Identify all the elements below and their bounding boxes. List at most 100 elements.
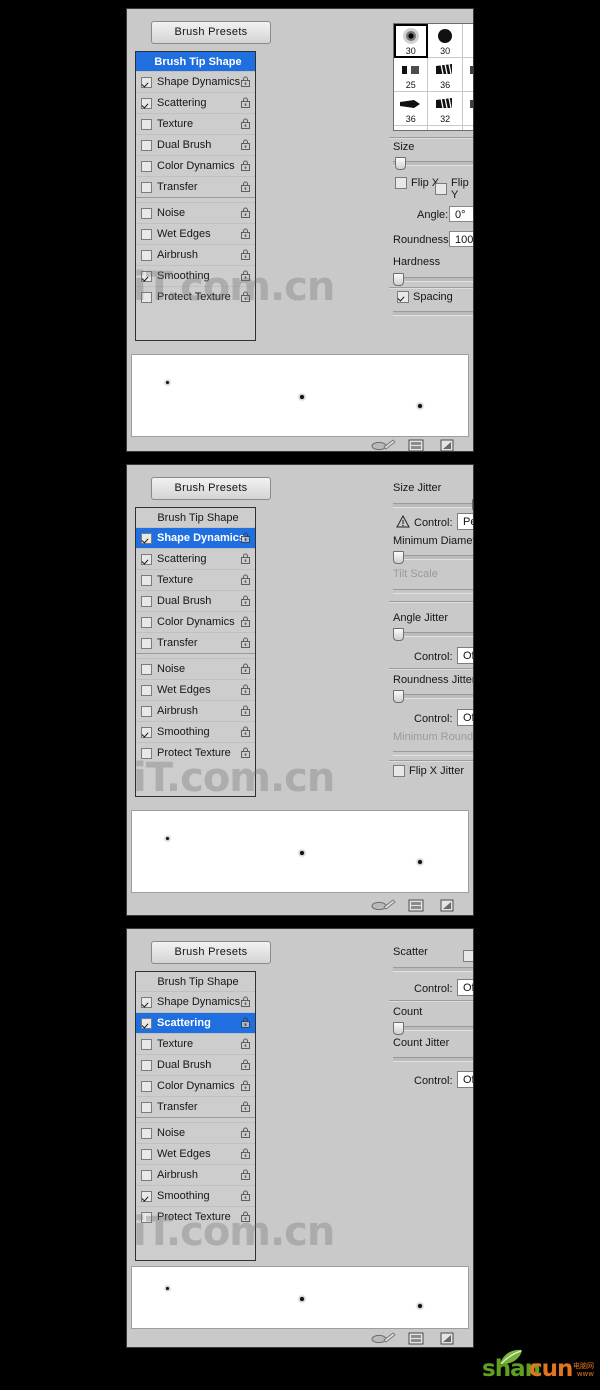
option-smoothing[interactable]: Smoothing	[136, 721, 255, 742]
lock-icon[interactable]	[240, 705, 251, 716]
checkbox-box[interactable]	[141, 1017, 152, 1029]
brush-preset-cell[interactable]: 30	[462, 24, 473, 58]
lock-icon[interactable]	[240, 160, 251, 171]
lock-icon[interactable]	[240, 747, 251, 758]
checkbox-box[interactable]	[141, 1080, 152, 1092]
option-color-dynamics[interactable]: Color Dynamics	[136, 1075, 255, 1096]
checkbox-box[interactable]	[397, 291, 409, 303]
lock-icon[interactable]	[240, 637, 251, 648]
checkbox-box[interactable]	[141, 249, 152, 261]
flip-x-checkbox[interactable]: Flip X	[395, 177, 439, 189]
option-shape-dynamics[interactable]: Shape Dynamics	[136, 527, 255, 548]
brush-presets-button[interactable]: Brush Presets	[151, 941, 271, 964]
option-wet-edges[interactable]: Wet Edges	[136, 679, 255, 700]
brush-preset-cell[interactable]: 30	[428, 24, 463, 58]
delete-brush-icon[interactable]	[438, 1332, 456, 1345]
lock-icon[interactable]	[240, 663, 251, 674]
brush-preset-cell[interactable]: 36	[428, 58, 463, 92]
checkbox-box[interactable]	[395, 177, 407, 189]
flip-y-checkbox[interactable]: Flip Y	[435, 177, 473, 201]
hardness-slider[interactable]	[393, 273, 473, 286]
checkbox-box[interactable]	[141, 270, 152, 282]
checkbox-box[interactable]	[141, 1169, 152, 1181]
create-new-brush-icon[interactable]	[370, 439, 396, 451]
checkbox-box[interactable]	[141, 228, 152, 240]
scatter-control-select[interactable]: Off	[457, 979, 473, 996]
lock-icon[interactable]	[240, 532, 251, 543]
option-color-dynamics[interactable]: Color Dynamics	[136, 611, 255, 632]
checkbox-box[interactable]	[141, 1038, 152, 1050]
lock-icon[interactable]	[240, 996, 251, 1007]
toggle-preview-icon[interactable]	[407, 1332, 425, 1345]
lock-icon[interactable]	[240, 1127, 251, 1138]
lock-icon[interactable]	[240, 1080, 251, 1091]
brush-preset-cell[interactable]	[463, 126, 473, 130]
lock-icon[interactable]	[240, 553, 251, 564]
checkbox-box[interactable]	[141, 553, 152, 565]
brush-preset-cell[interactable]: 30	[394, 24, 429, 58]
option-texture[interactable]: Texture	[136, 113, 255, 134]
spacing-slider[interactable]	[393, 307, 473, 317]
option-smoothing[interactable]: Smoothing	[136, 265, 255, 286]
option-wet-edges[interactable]: Wet Edges	[136, 1143, 255, 1164]
scatter-slider[interactable]	[393, 963, 473, 973]
checkbox-box[interactable]	[435, 183, 447, 195]
toggle-preview-icon[interactable]	[407, 899, 425, 912]
lock-icon[interactable]	[240, 97, 251, 108]
lock-icon[interactable]	[240, 249, 251, 260]
lock-icon[interactable]	[240, 181, 251, 192]
lock-icon[interactable]	[240, 1211, 251, 1222]
option-brush-tip-shape[interactable]: Brush Tip Shape	[136, 508, 255, 527]
checkbox-box[interactable]	[141, 532, 152, 544]
lock-icon[interactable]	[240, 139, 251, 150]
option-protect-texture[interactable]: Protect Texture	[136, 742, 255, 763]
checkbox-box[interactable]	[141, 181, 152, 193]
lock-icon[interactable]	[240, 207, 251, 218]
lock-icon[interactable]	[240, 684, 251, 695]
checkbox-box[interactable]	[141, 637, 152, 649]
option-transfer[interactable]: Transfer	[136, 176, 255, 197]
toggle-preview-icon[interactable]	[407, 439, 425, 451]
option-shape-dynamics[interactable]: Shape Dynamics	[136, 991, 255, 1012]
option-smoothing[interactable]: Smoothing	[136, 1185, 255, 1206]
checkbox-box[interactable]	[141, 1211, 152, 1223]
option-color-dynamics[interactable]: Color Dynamics	[136, 155, 255, 176]
brush-preset-cell[interactable]: 25	[462, 58, 473, 92]
option-noise[interactable]: Noise	[136, 658, 255, 679]
lock-icon[interactable]	[240, 228, 251, 239]
checkbox-box[interactable]	[141, 705, 152, 717]
size-slider[interactable]	[393, 157, 473, 170]
checkbox-box[interactable]	[141, 616, 152, 628]
option-scattering[interactable]: Scattering	[136, 1012, 255, 1033]
lock-icon[interactable]	[240, 76, 251, 87]
checkbox-box[interactable]	[141, 118, 152, 130]
option-wet-edges[interactable]: Wet Edges	[136, 223, 255, 244]
option-noise[interactable]: Noise	[136, 1122, 255, 1143]
option-protect-texture[interactable]: Protect Texture	[136, 1206, 255, 1227]
flip-x-jitter-checkbox[interactable]: Flip X Jitter	[393, 765, 464, 777]
option-airbrush[interactable]: Airbrush	[136, 700, 255, 721]
checkbox-box[interactable]	[463, 950, 473, 962]
lock-icon[interactable]	[240, 270, 251, 281]
checkbox-box[interactable]	[141, 160, 152, 172]
checkbox-box[interactable]	[141, 1127, 152, 1139]
angle-jitter-control-select[interactable]: Off	[457, 647, 473, 664]
brush-preset-cell[interactable]: 25	[394, 58, 429, 92]
checkbox-box[interactable]	[141, 996, 152, 1008]
size-jitter-slider[interactable]	[393, 499, 473, 512]
brush-preset-grid[interactable]: 303030252525362536363632251424	[393, 23, 473, 131]
lock-icon[interactable]	[240, 1017, 251, 1028]
option-brush-tip-shape[interactable]: Brush Tip Shape	[136, 52, 255, 71]
option-protect-texture[interactable]: Protect Texture	[136, 286, 255, 307]
checkbox-box[interactable]	[141, 595, 152, 607]
option-brush-tip-shape[interactable]: Brush Tip Shape	[136, 972, 255, 991]
lock-icon[interactable]	[240, 574, 251, 585]
delete-brush-icon[interactable]	[438, 439, 456, 451]
checkbox-box[interactable]	[141, 1190, 152, 1202]
lock-icon[interactable]	[240, 291, 251, 302]
checkbox-box[interactable]	[141, 76, 152, 88]
checkbox-box[interactable]	[141, 663, 152, 675]
lock-icon[interactable]	[240, 1190, 251, 1201]
option-transfer[interactable]: Transfer	[136, 632, 255, 653]
checkbox-box[interactable]	[393, 765, 405, 777]
